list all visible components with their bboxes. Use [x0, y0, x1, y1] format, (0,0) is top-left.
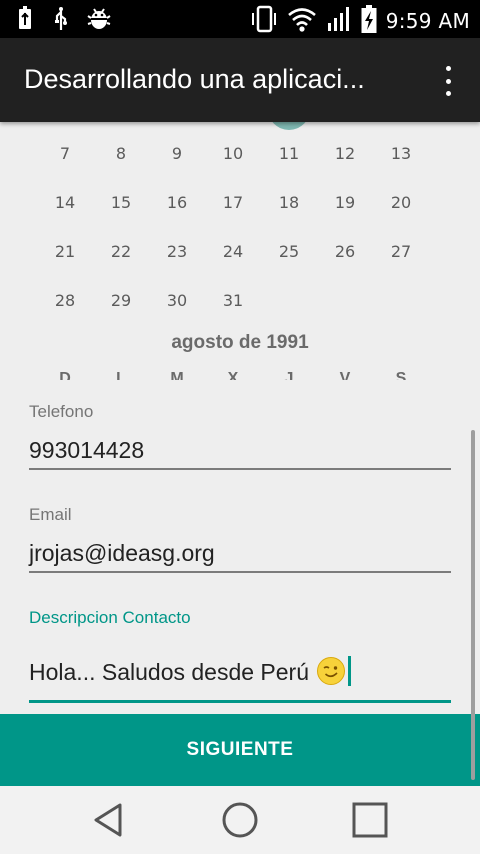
more-vert-icon[interactable] — [440, 66, 456, 96]
calendar-day[interactable]: 27 — [373, 242, 429, 261]
calendar-day[interactable]: 31 — [205, 291, 261, 310]
calendar-day[interactable]: 13 — [373, 144, 429, 163]
weekday-header: V — [339, 370, 351, 380]
calendar-week: 14 15 16 17 18 19 20 — [37, 193, 429, 223]
phone-underline — [29, 468, 451, 470]
next-button[interactable]: SIGUIENTE — [0, 714, 480, 786]
navigation-bar — [0, 786, 480, 854]
description-label: Descripcion Contacto — [29, 608, 191, 627]
email-field[interactable]: jrojas@ideasg.org — [29, 540, 449, 567]
wifi-icon — [286, 5, 318, 37]
calendar-day[interactable]: 15 — [93, 193, 149, 212]
status-bar: 9:59 AM — [0, 0, 480, 38]
calendar-week: 7 8 9 10 11 12 13 — [37, 144, 429, 174]
android-debug-icon — [86, 6, 112, 36]
contact-form: Telefono 993014428 Email jrojas@ideasg.o… — [0, 380, 480, 715]
recents-square-icon[interactable] — [348, 800, 392, 840]
description-underline — [29, 700, 451, 703]
weekday-header-row: D L M X J V S — [37, 370, 429, 380]
weekday-header: X — [227, 370, 239, 380]
toolbar-title: Desarrollando una aplicaci... — [24, 64, 365, 94]
email-label: Email — [29, 505, 72, 524]
calendar-day[interactable]: 22 — [93, 242, 149, 261]
description-field[interactable]: Hola... Saludos desde Perú — [29, 656, 449, 686]
usb-debug-icon — [50, 6, 72, 36]
calendar-week: 28 29 30 31 — [37, 291, 429, 321]
calendar-day[interactable]: 28 — [37, 291, 93, 310]
calendar-day[interactable]: 18 — [261, 193, 317, 212]
phone-label: Telefono — [29, 402, 94, 421]
scrollbar[interactable] — [471, 430, 475, 780]
calendar-day[interactable]: 12 — [317, 144, 373, 163]
calendar-day[interactable]: 11 — [261, 144, 317, 163]
weekday-header: D — [59, 370, 71, 380]
signal-icon — [326, 5, 352, 37]
calendar-day[interactable]: 30 — [149, 291, 205, 310]
calendar-day[interactable]: 7 — [37, 144, 93, 163]
calendar-day[interactable]: 20 — [373, 193, 429, 212]
calendar-day[interactable]: 17 — [205, 193, 261, 212]
calendar-day[interactable]: 10 — [205, 144, 261, 163]
usb-icon — [14, 6, 36, 36]
wink-emoji-icon — [317, 657, 346, 685]
calendar-day[interactable]: 23 — [149, 242, 205, 261]
weekday-header: M — [170, 370, 184, 380]
description-text: Hola... Saludos desde Perú — [29, 659, 310, 685]
calendar-day[interactable]: 24 — [205, 242, 261, 261]
phone-field[interactable]: 993014428 — [29, 437, 449, 464]
selected-day-indicator — [268, 122, 310, 130]
date-picker-calendar[interactable]: 7 8 9 10 11 12 13 14 15 16 17 18 19 20 2… — [0, 122, 480, 380]
weekday-header: S — [395, 370, 407, 380]
calendar-day[interactable]: 19 — [317, 193, 373, 212]
weekday-header: L — [116, 370, 126, 380]
calendar-day[interactable]: 21 — [37, 242, 93, 261]
app-toolbar: Desarrollando una aplicaci... — [0, 38, 480, 122]
calendar-day[interactable]: 8 — [93, 144, 149, 163]
text-cursor — [348, 656, 352, 686]
calendar-day[interactable]: 14 — [37, 193, 93, 212]
email-underline — [29, 571, 451, 573]
home-circle-icon[interactable] — [218, 800, 262, 840]
calendar-week: 21 22 23 24 25 26 27 — [37, 242, 429, 272]
calendar-day[interactable]: 26 — [317, 242, 373, 261]
calendar-day[interactable]: 25 — [261, 242, 317, 261]
status-bar-system: 9:59 AM — [250, 4, 470, 38]
status-time: 9:59 AM — [385, 9, 470, 33]
back-triangle-icon[interactable] — [86, 800, 130, 840]
calendar-month-label: agosto de 1991 — [171, 332, 309, 353]
weekday-header: J — [284, 370, 294, 380]
vibrate-icon — [250, 4, 278, 38]
calendar-day[interactable]: 29 — [93, 291, 149, 310]
battery-charging-icon — [360, 4, 378, 38]
status-bar-notifications — [14, 6, 112, 36]
calendar-day[interactable]: 9 — [149, 144, 205, 163]
calendar-day[interactable]: 16 — [149, 193, 205, 212]
